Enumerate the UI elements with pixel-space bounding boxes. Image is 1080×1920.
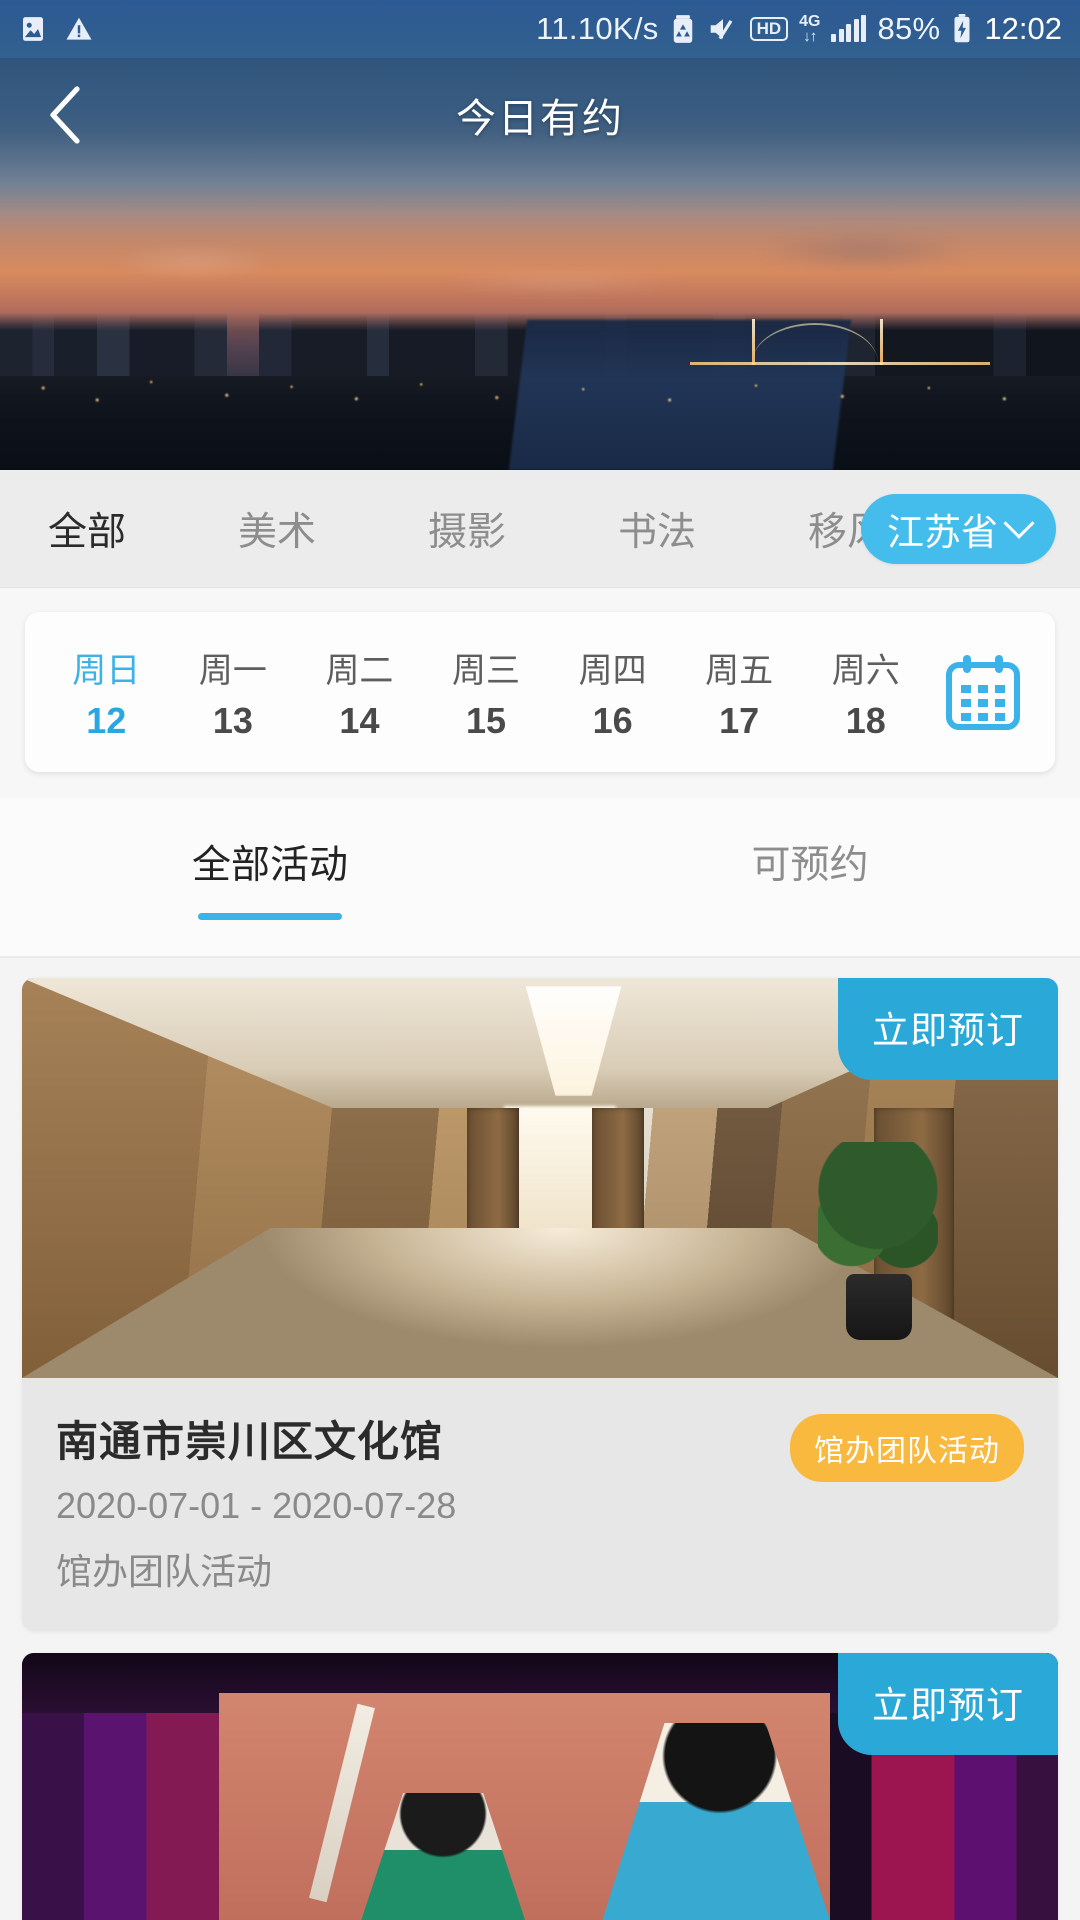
calendar-picker-button[interactable] (929, 653, 1037, 731)
date-item-saturday[interactable]: 周六 18 (802, 612, 929, 772)
battery-percent-label: 85% (877, 11, 941, 46)
category-tab-calligraphy[interactable]: 书法 (618, 501, 808, 557)
date-weekday-label: 周五 (705, 651, 774, 690)
date-item-tuesday[interactable]: 周二 14 (296, 612, 423, 772)
date-weekday-label: 周四 (578, 651, 647, 690)
status-bar-right-icons: 11.10K/s HD 4G ↓↑ 85% 12:02 (536, 11, 1062, 47)
navigation-bar: 今日有约 (0, 58, 1080, 172)
date-item-sunday[interactable]: 周日 12 (43, 612, 170, 772)
date-number-label: 18 (845, 699, 886, 741)
network-speed-label: 11.10K/s (536, 11, 659, 46)
back-button[interactable] (30, 80, 100, 150)
4g-data-icon: 4G ↓↑ (799, 14, 820, 45)
date-number-label: 15 (466, 699, 507, 741)
book-now-button[interactable]: 立即预订 (838, 1653, 1058, 1755)
app-screen: 11.10K/s HD 4G ↓↑ 85% 12:02 今日有约 全部 美术 摄… (0, 0, 1080, 1920)
activity-image-corridor: 立即预订 (22, 978, 1058, 1378)
region-selector[interactable]: 江苏省 (861, 493, 1056, 564)
activity-date-range: 2020-07-01 - 2020-07-28 (56, 1485, 457, 1526)
activity-tag-badge: 馆办团队活动 (790, 1414, 1024, 1482)
activity-card-body: 南通市崇川区文化馆 2020-07-01 - 2020-07-28 馆办团队活动… (22, 1378, 1058, 1631)
activity-card[interactable]: 立即预订 南通市崇川区文化馆 2020-07-01 - 2020-07-28 馆… (22, 978, 1058, 1631)
date-weekday-label: 周日 (72, 651, 141, 690)
tab-bookable[interactable]: 可预约 (540, 834, 1080, 920)
date-strip: 周日 12 周一 13 周二 14 周三 15 周四 16 周五 17 周六 1… (25, 612, 1055, 772)
category-tab-fine-art[interactable]: 美术 (238, 501, 428, 557)
date-number-label: 14 (339, 699, 380, 741)
tab-all-activities[interactable]: 全部活动 (0, 834, 540, 920)
category-tab-photography[interactable]: 摄影 (428, 501, 618, 557)
date-number-label: 17 (719, 699, 760, 741)
date-item-friday[interactable]: 周五 17 (676, 612, 803, 772)
date-item-thursday[interactable]: 周四 16 (549, 612, 676, 772)
book-now-button[interactable]: 立即预订 (838, 978, 1058, 1080)
warning-icon (64, 14, 94, 44)
date-number-label: 16 (592, 699, 633, 741)
calendar-icon (946, 655, 1021, 730)
activity-card[interactable]: 立即预订 (22, 1653, 1058, 1920)
activity-category: 馆办团队活动 (56, 1551, 273, 1592)
date-weekday-label: 周二 (325, 651, 394, 690)
category-tab-all[interactable]: 全部 (48, 501, 238, 557)
category-tab-bar: 全部 美术 摄影 书法 移风 江苏省 (0, 470, 1080, 588)
date-item-wednesday[interactable]: 周三 15 (423, 612, 550, 772)
region-selector-label: 江苏省 (887, 511, 998, 553)
hero-banner: 今日有约 (0, 58, 1080, 470)
status-bar: 11.10K/s HD 4G ↓↑ 85% 12:02 (0, 0, 1080, 58)
chevron-left-icon (50, 86, 80, 144)
status-bar-left-icons (18, 14, 94, 44)
data-arrows-icon: ↓↑ (803, 28, 817, 45)
activity-list: 立即预订 南通市崇川区文化馆 2020-07-01 - 2020-07-28 馆… (0, 958, 1080, 1920)
date-item-monday[interactable]: 周一 13 (170, 612, 297, 772)
clock-label: 12:02 (984, 11, 1062, 46)
date-strip-section: 周日 12 周一 13 周二 14 周三 15 周四 16 周五 17 周六 1… (0, 588, 1080, 798)
date-number-label: 12 (86, 699, 127, 741)
sub-tab-bar: 全部活动 可预约 (0, 798, 1080, 958)
mute-icon (707, 15, 739, 43)
page-title: 今日有约 (456, 97, 624, 141)
date-number-label: 13 (212, 699, 253, 741)
chevron-down-icon (1003, 507, 1035, 539)
date-weekday-label: 周一 (198, 651, 267, 690)
battery-charging-icon (951, 14, 973, 44)
signal-bars-icon (831, 15, 867, 42)
recycle-battery-icon (670, 14, 696, 44)
hd-icon: HD (749, 17, 789, 41)
activity-image-dance: 立即预订 (22, 1653, 1058, 1920)
image-icon (18, 14, 48, 44)
date-weekday-label: 周三 (452, 651, 521, 690)
date-weekday-label: 周六 (831, 651, 900, 690)
